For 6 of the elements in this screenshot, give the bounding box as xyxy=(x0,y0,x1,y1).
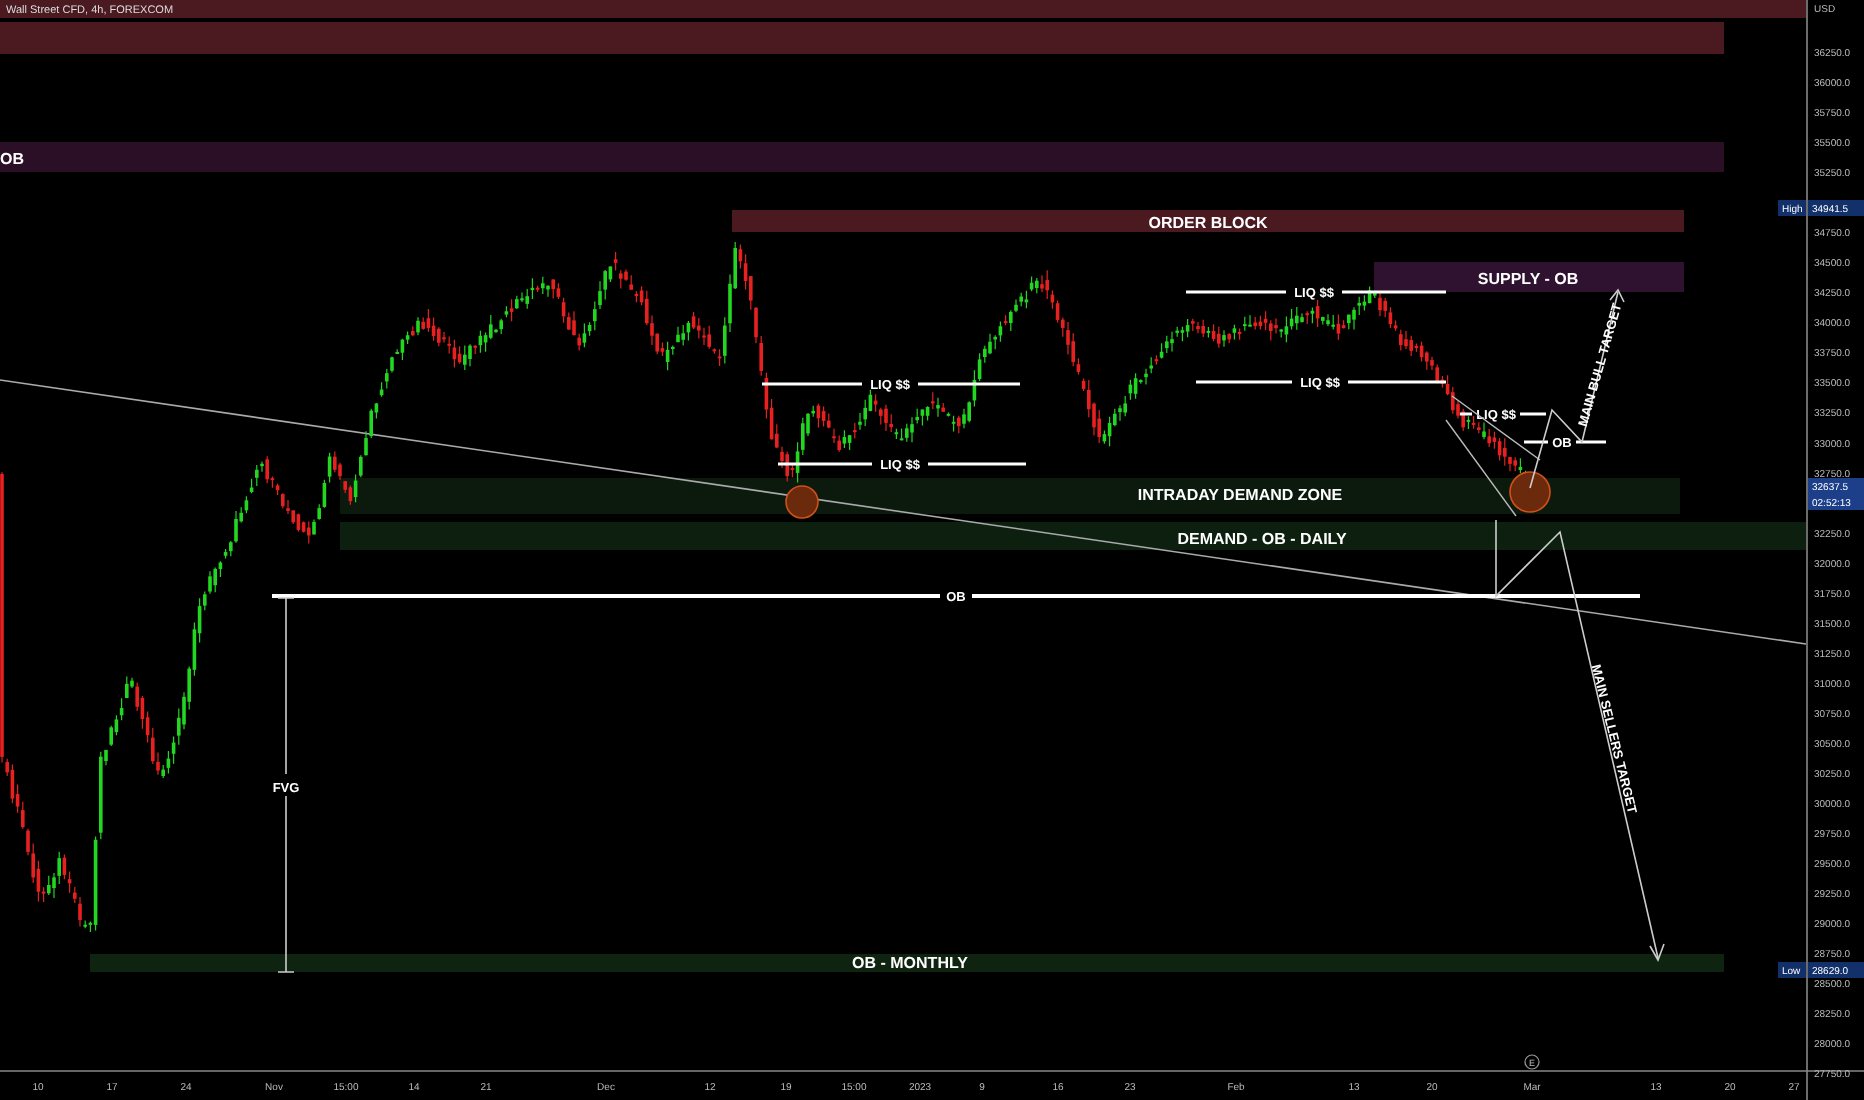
zone-label: SUPPLY - OB xyxy=(1477,270,1579,288)
zone-label: DEMAND - OB - DAILY xyxy=(1177,530,1347,548)
zone-label: OB - MONTHLY xyxy=(852,954,968,972)
zone-label: ORDER BLOCK xyxy=(1148,214,1268,232)
zone-label: INTRADAY DEMAND ZONE xyxy=(1137,486,1343,504)
zone-label: OB xyxy=(0,150,24,168)
